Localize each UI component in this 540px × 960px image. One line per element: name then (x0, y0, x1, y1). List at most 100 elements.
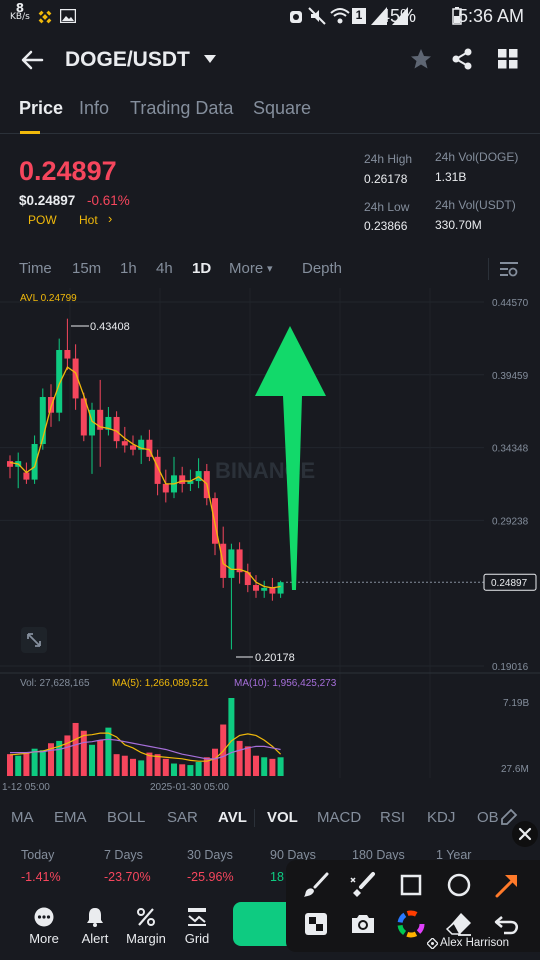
high-label: 24h High (364, 152, 413, 166)
volume-bar (130, 758, 136, 776)
chart-settings-icon[interactable] (499, 261, 519, 277)
vol-quote-value: 330.70M (435, 218, 482, 232)
tag-hot[interactable]: Hot (79, 213, 98, 227)
candle-body (121, 441, 128, 446)
volume-bar (228, 698, 235, 776)
candle-body (64, 350, 71, 359)
section-tabs: Price Info Trading Data Square (0, 94, 540, 134)
ind-rsi[interactable]: RSI (380, 809, 405, 826)
credit-logo-icon (427, 938, 438, 949)
grid-bot-icon (188, 908, 206, 926)
volume-bar (105, 727, 112, 776)
expand-icon[interactable] (21, 627, 47, 653)
perf-value-90d: 18 (270, 870, 284, 884)
arrow-icon[interactable] (492, 870, 522, 900)
price-tick: 0.29238 (492, 516, 529, 527)
candle-body (7, 461, 13, 467)
overlay-close-button[interactable] (512, 821, 538, 847)
current-price-tag-text: 0.24897 (491, 578, 528, 589)
candle-body (23, 472, 30, 480)
volume-bar (15, 755, 22, 776)
interval-15m[interactable]: 15m (72, 260, 101, 277)
ind-avl[interactable]: AVL (218, 809, 247, 826)
perf-value-30d: -25.96% (187, 870, 234, 884)
pair-title[interactable]: DOGE/USDT (65, 48, 190, 72)
last-price: 0.24897 (19, 156, 117, 186)
interval-4h[interactable]: 4h (156, 260, 173, 277)
perf-label-7d: 7 Days (104, 848, 143, 862)
candle-body (253, 585, 259, 591)
ind-ema[interactable]: EMA (54, 809, 87, 826)
alarm-icon (290, 11, 302, 23)
active-tab-indicator (20, 131, 40, 134)
candle-body (130, 445, 136, 450)
more-dots-icon (34, 907, 54, 927)
volume-bar (253, 755, 259, 776)
bell-icon (87, 908, 103, 927)
volume-bar (162, 758, 169, 776)
highlighter-icon[interactable] (348, 870, 378, 900)
price-change: -0.61% (87, 193, 130, 208)
square-icon[interactable] (396, 870, 426, 900)
eraser-icon[interactable] (444, 909, 474, 939)
interval-more[interactable]: More (229, 260, 263, 277)
battery-percent: 45% (379, 6, 416, 26)
arrow-left-icon[interactable] (20, 49, 44, 71)
ind-kdj[interactable]: KDJ (427, 809, 455, 826)
interval-1d[interactable]: 1D (192, 260, 211, 277)
candlestick-chart[interactable]: BINANCE 0.44570 0.39459 0.34348 0.29238 0.19… (0, 288, 540, 793)
interval-time[interactable]: Time (19, 260, 52, 277)
candle-body (179, 475, 186, 484)
gallery-icon (60, 9, 76, 23)
candle-body (56, 350, 63, 413)
grid-icon[interactable] (498, 49, 518, 69)
tag-pow[interactable]: POW (28, 213, 57, 227)
low-label: 24h Low (364, 200, 410, 214)
volume-bar (212, 748, 218, 776)
volume-bars (7, 698, 284, 776)
caret-down-icon[interactable] (203, 54, 217, 64)
candle-body (269, 587, 276, 594)
nav-grid[interactable]: Grid (172, 905, 222, 955)
mosaic-icon[interactable] (301, 909, 331, 939)
nav-more[interactable]: More (19, 905, 69, 955)
ind-ob[interactable]: OB (477, 809, 499, 826)
tab-square[interactable]: Square (253, 98, 311, 119)
candles (7, 318, 284, 650)
interval-1h[interactable]: 1h (120, 260, 137, 277)
ind-boll[interactable]: BOLL (107, 809, 145, 826)
undo-icon[interactable] (492, 909, 522, 939)
close-icon (518, 827, 532, 841)
divider (488, 258, 489, 280)
price-tick: 0.44570 (492, 298, 529, 309)
brush-icon[interactable] (301, 870, 331, 900)
high-value: 0.26178 (364, 172, 408, 186)
binance-logo-icon (38, 10, 52, 24)
ind-macd[interactable]: MACD (317, 809, 361, 826)
avl-legend: AVL 0.24799 (20, 293, 77, 304)
vol-axis-top: 7.19B (503, 698, 529, 709)
nav-alert-label: Alert (81, 931, 109, 946)
tab-depth[interactable]: Depth (302, 260, 342, 277)
nav-margin[interactable]: Margin (121, 905, 171, 955)
ind-ma[interactable]: MA (11, 809, 34, 826)
color-wheel-icon[interactable] (396, 909, 426, 939)
star-icon[interactable] (410, 48, 432, 70)
candle-body (261, 587, 268, 591)
candle-body (162, 483, 169, 493)
tab-price[interactable]: Price (19, 98, 63, 119)
vol-base-value: 1.31B (435, 170, 467, 184)
tab-info[interactable]: Info (79, 98, 109, 119)
price-usd: $0.24897 (19, 193, 76, 208)
volume-bar (89, 744, 95, 776)
ind-sar[interactable]: SAR (167, 809, 198, 826)
camera-icon[interactable] (348, 909, 378, 939)
share-icon[interactable] (451, 48, 473, 70)
date-label-left: 1-12 05:00 (2, 782, 50, 793)
nav-alert[interactable]: Alert (70, 905, 120, 955)
ind-vol[interactable]: VOL (267, 809, 298, 826)
perf-value-today: -1.41% (21, 870, 61, 884)
circle-icon[interactable] (444, 870, 474, 900)
tab-trading-data[interactable]: Trading Data (130, 98, 233, 119)
volume-bar (236, 740, 243, 776)
